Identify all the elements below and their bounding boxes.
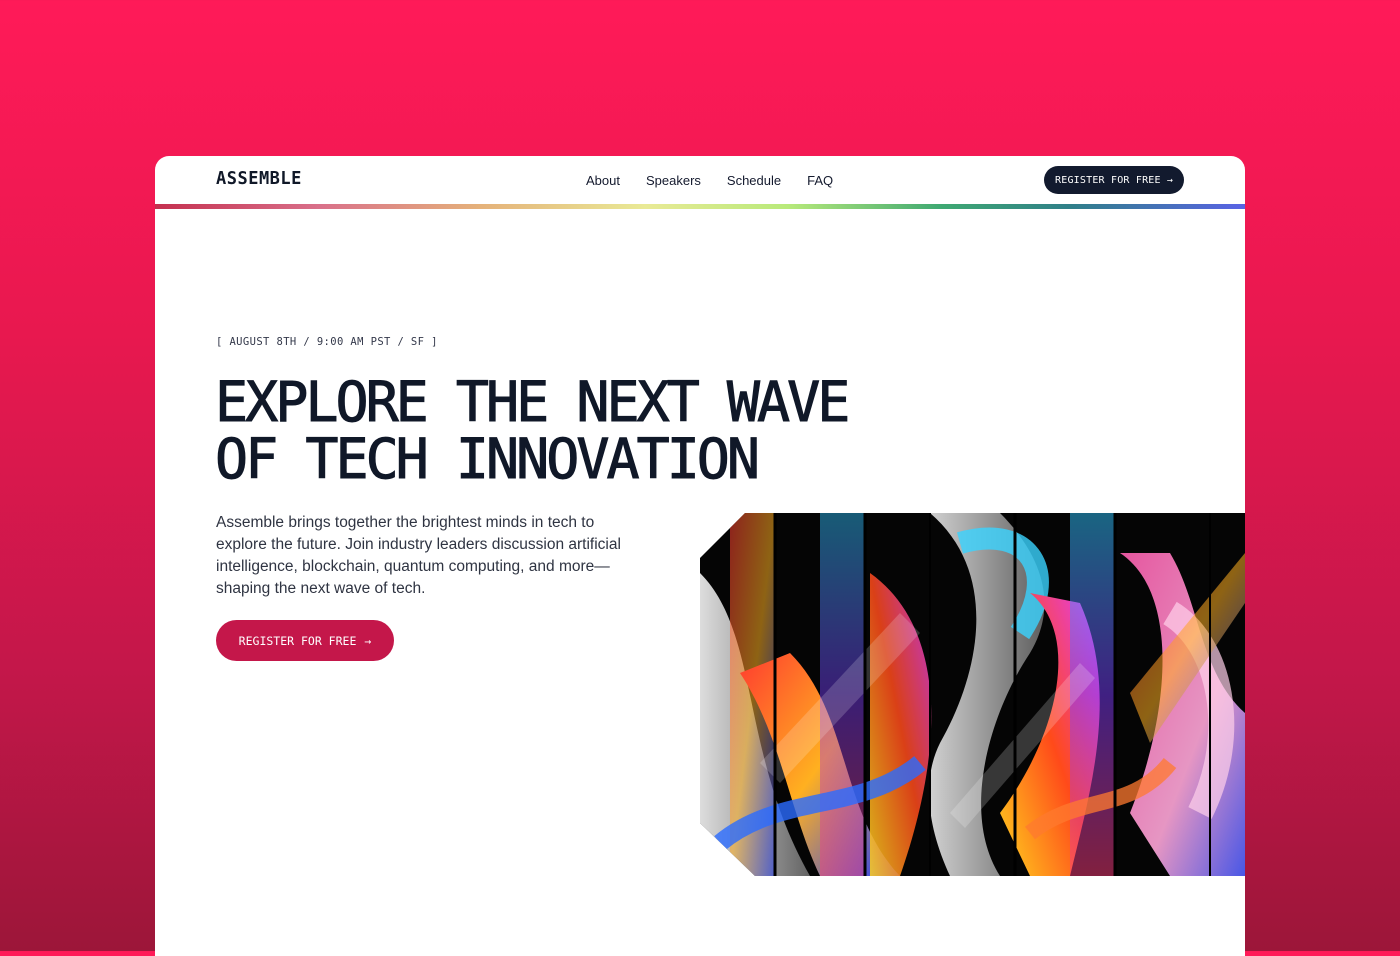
arrow-right-icon: → (364, 633, 372, 648)
nav-link-about[interactable]: About (586, 173, 620, 188)
headline-line-1: EXPLORE THE NEXT WAVE (214, 370, 850, 434)
nav-link-faq[interactable]: FAQ (807, 173, 833, 188)
nav-link-schedule[interactable]: Schedule (727, 173, 781, 188)
event-dateline: [ AUGUST 8TH / 9:00 AM PST / SF ] (216, 336, 438, 348)
hero-description: Assemble brings together the brightest m… (216, 514, 621, 597)
site-window: ASSEMBLE About Speakers Schedule FAQ REG… (155, 156, 1245, 956)
nav-menu: About Speakers Schedule FAQ (586, 173, 833, 188)
nav-link-speakers[interactable]: Speakers (646, 173, 701, 188)
logo[interactable]: ASSEMBLE (216, 169, 302, 190)
hero-register-label: REGISTER FOR FREE (238, 633, 357, 648)
headline-line-2: OF TECH INNOVATION (214, 427, 760, 491)
nav-register-button[interactable]: REGISTER FOR FREE → (1044, 166, 1184, 194)
arrow-right-icon: → (1166, 174, 1173, 186)
hero-headline: EXPLORE THE NEXT WAVE OF TECH INNOVATION (214, 373, 855, 491)
nav-register-label: REGISTER FOR FREE (1055, 174, 1161, 186)
hero-register-button[interactable]: REGISTER FOR FREE → (216, 620, 394, 661)
top-nav: ASSEMBLE About Speakers Schedule FAQ REG… (155, 156, 1245, 206)
rainbow-divider (155, 204, 1245, 209)
hero-abstract-artwork (700, 513, 1245, 876)
